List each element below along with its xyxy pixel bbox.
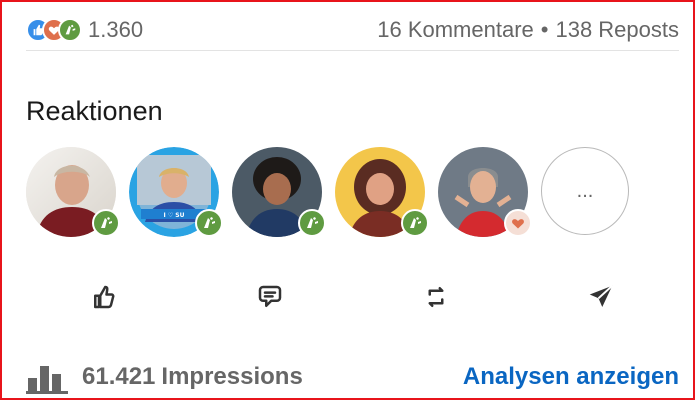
social-counts-bar: 1.360 16 Kommentare • 138 Reposts <box>26 10 679 51</box>
impressions-bar: 61.421 Impressions Analysen anzeigen <box>26 357 679 397</box>
engagement-counts: 16 Kommentare • 138 Reposts <box>377 17 679 43</box>
repost-button[interactable] <box>411 272 461 322</box>
reactions-summary[interactable]: 1.360 <box>26 17 143 43</box>
avatar-frame-text: I ♡ SU <box>164 212 185 219</box>
love-icon <box>504 209 532 237</box>
impressions-label: Impressions <box>161 363 303 390</box>
separator-dot: • <box>540 17 549 42</box>
celebrate-icon <box>298 209 326 237</box>
celebrate-icon <box>58 18 82 42</box>
celebrate-icon <box>92 209 120 237</box>
like-icon <box>94 285 115 309</box>
reposts-count-link[interactable]: 138 Reposts <box>555 17 679 43</box>
reactor-avatar-list: I ♡ SU ... <box>26 147 629 237</box>
post-action-bar <box>2 272 695 322</box>
comment-icon <box>258 285 282 307</box>
celebrate-icon <box>195 209 223 237</box>
comment-button[interactable] <box>245 272 295 322</box>
like-button[interactable] <box>79 272 129 322</box>
impressions-summary: 61.421 Impressions <box>26 360 303 394</box>
send-icon <box>589 285 613 307</box>
reactions-heading: Reaktionen <box>26 96 163 126</box>
more-reactors-button[interactable]: ... <box>541 147 629 235</box>
post-social-panel: 1.360 16 Kommentare • 138 Reposts Reakti… <box>0 0 695 400</box>
send-button[interactable] <box>576 272 626 322</box>
reaction-count: 1.360 <box>88 17 144 42</box>
bar-chart-icon <box>26 366 68 394</box>
reactor-avatar[interactable] <box>438 147 532 237</box>
comments-count-link[interactable]: 16 Kommentare <box>377 17 534 43</box>
reactor-avatar[interactable]: I ♡ SU <box>129 147 223 237</box>
reactor-avatar[interactable] <box>232 147 326 237</box>
impressions-count: 61.421 <box>82 363 156 390</box>
reactor-avatar[interactable] <box>26 147 120 237</box>
reactor-avatar[interactable] <box>335 147 429 237</box>
celebrate-icon <box>401 209 429 237</box>
view-analytics-link[interactable]: Analysen anzeigen <box>463 363 679 391</box>
repost-icon <box>428 287 444 307</box>
